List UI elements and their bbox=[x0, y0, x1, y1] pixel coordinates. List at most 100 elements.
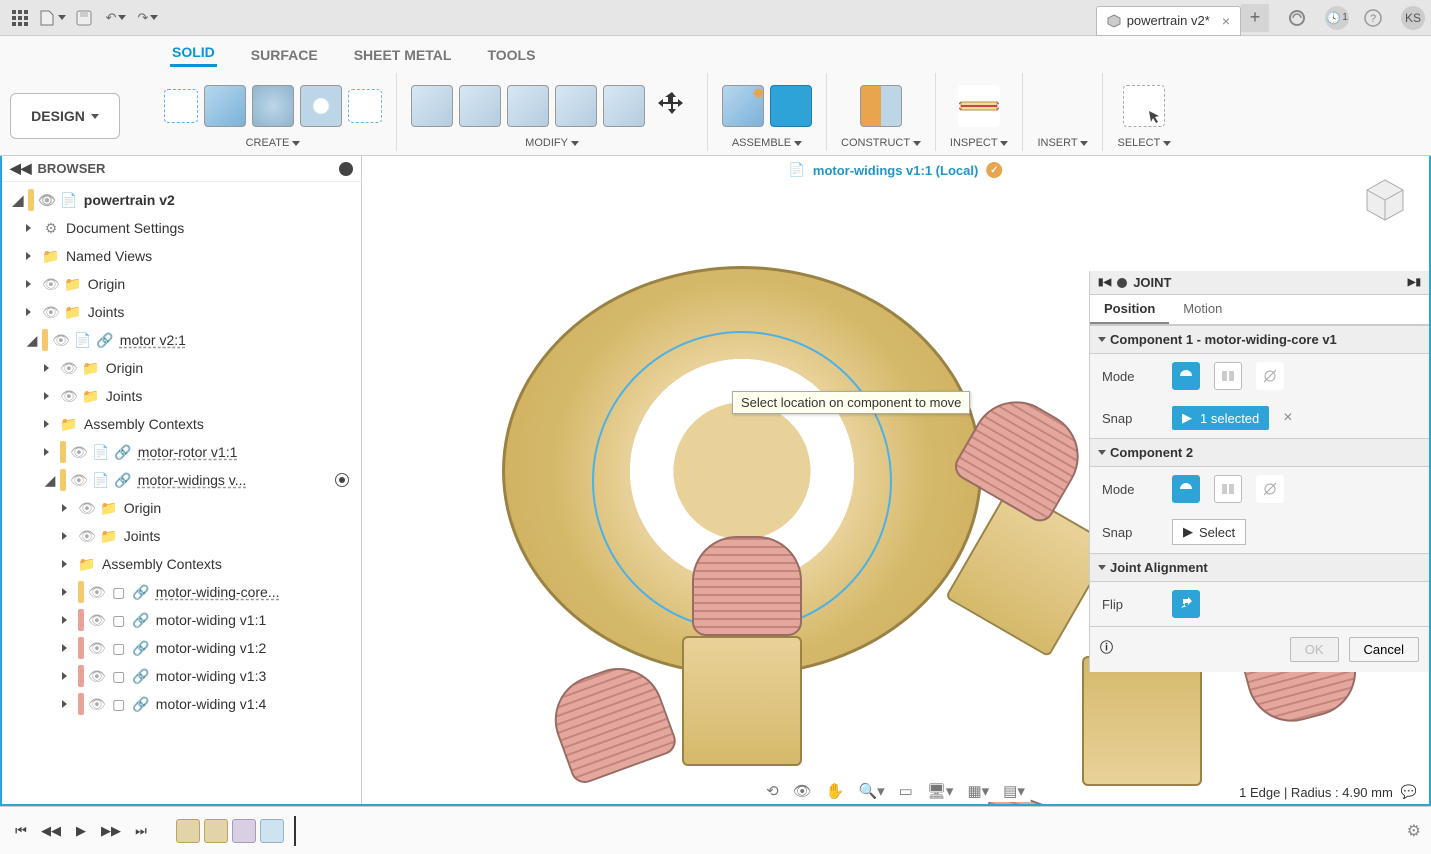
tree-joints[interactable]: 👁📁Joints bbox=[8, 298, 361, 326]
pattern-icon[interactable] bbox=[348, 89, 382, 123]
display-icon[interactable]: 🖥▾ bbox=[927, 782, 954, 800]
timeline-prev-icon[interactable]: ◀◀ bbox=[40, 820, 62, 842]
ribbon-tab-tools[interactable]: TOOLS bbox=[485, 43, 537, 67]
browser-tree[interactable]: ◢👁📄powertrain v2 ⚙Document Settings 📁Nam… bbox=[2, 182, 361, 804]
save-icon[interactable] bbox=[70, 4, 98, 32]
timeline-op[interactable] bbox=[260, 819, 284, 843]
app-grid-icon[interactable] bbox=[6, 4, 34, 32]
presspull-icon[interactable] bbox=[411, 85, 453, 127]
browser-pin-icon[interactable] bbox=[339, 162, 353, 176]
view-cube[interactable] bbox=[1355, 166, 1415, 226]
combine-icon[interactable] bbox=[555, 85, 597, 127]
orbit-icon[interactable]: ⟲ bbox=[766, 782, 779, 800]
new-tab-button[interactable]: + bbox=[1241, 4, 1269, 32]
mode-simple-icon-2[interactable] bbox=[1172, 475, 1200, 503]
mode-between-icon-2[interactable] bbox=[1214, 475, 1242, 503]
snap-clear-icon[interactable]: × bbox=[1283, 409, 1292, 427]
user-avatar[interactable]: KS bbox=[1401, 6, 1425, 30]
redo-icon[interactable]: ↷ bbox=[134, 4, 162, 32]
look-icon[interactable]: 👁 bbox=[793, 782, 812, 800]
info-icon[interactable]: ⓘ bbox=[1100, 637, 1113, 662]
new-component-icon[interactable]: ✸ bbox=[722, 85, 764, 127]
comments-icon[interactable]: 💬 bbox=[1401, 784, 1417, 800]
measure-icon[interactable] bbox=[958, 85, 1000, 127]
cancel-button[interactable]: Cancel bbox=[1349, 637, 1419, 662]
timeline-op[interactable] bbox=[204, 819, 228, 843]
construct-icon[interactable] bbox=[860, 85, 902, 127]
undo-icon[interactable]: ↶ bbox=[102, 4, 130, 32]
move-icon[interactable] bbox=[651, 85, 693, 127]
zoom-icon[interactable]: 🔍▾ bbox=[858, 782, 884, 800]
ribbon-tab-sheetmetal[interactable]: SHEET METAL bbox=[352, 43, 454, 67]
joint-comp1-header[interactable]: Component 1 - motor-widing-core v1 bbox=[1090, 325, 1429, 354]
tree-motor-origin[interactable]: 👁📁Origin bbox=[8, 354, 361, 382]
tree-motor-widings[interactable]: ◢👁📄🔗motor-widings v... bbox=[8, 466, 361, 494]
active-document-pill[interactable]: 📄 motor-widings v1:1 (Local) ✓ bbox=[779, 160, 1013, 180]
fit-icon[interactable]: ▭ bbox=[899, 782, 913, 800]
hole-icon[interactable] bbox=[300, 85, 342, 127]
joint-tab-motion[interactable]: Motion bbox=[1169, 295, 1236, 324]
ok-button[interactable]: OK bbox=[1290, 637, 1339, 662]
tree-widings-assyctx[interactable]: 📁Assembly Contexts bbox=[8, 550, 361, 578]
tree-motor-joints[interactable]: 👁📁Joints bbox=[8, 382, 361, 410]
tree-widing-3[interactable]: 👁▢🔗motor-widing v1:3 bbox=[8, 662, 361, 690]
sketch-icon[interactable] bbox=[164, 89, 198, 123]
select-icon[interactable] bbox=[1123, 85, 1165, 127]
extrude-icon[interactable] bbox=[204, 85, 246, 127]
document-tab[interactable]: powertrain v2* × bbox=[1096, 6, 1241, 36]
mode-edge-icon[interactable] bbox=[1256, 362, 1284, 390]
pan-icon[interactable]: ✋ bbox=[826, 782, 845, 800]
timeline-end-icon[interactable]: ⏭ bbox=[130, 820, 152, 842]
workspace-selector[interactable]: DESIGN bbox=[10, 93, 120, 139]
tree-widing-2[interactable]: 👁▢🔗motor-widing v1:2 bbox=[8, 634, 361, 662]
tree-root[interactable]: ◢👁📄powertrain v2 bbox=[8, 186, 361, 214]
tree-widing-core[interactable]: 👁▢🔗motor-widing-core... bbox=[8, 578, 361, 606]
timeline-marker[interactable] bbox=[294, 816, 296, 846]
flip-button[interactable] bbox=[1172, 590, 1200, 618]
activate-radio[interactable] bbox=[335, 473, 349, 487]
fillet-icon[interactable] bbox=[459, 85, 501, 127]
mode-edge-icon-2[interactable] bbox=[1256, 475, 1284, 503]
snap-selected-badge[interactable]: ▶1 selected bbox=[1172, 406, 1269, 430]
tree-motor-rotor[interactable]: 👁📄🔗motor-rotor v1:1 bbox=[8, 438, 361, 466]
joint-expand-icon[interactable]: ▶▮ bbox=[1408, 277, 1421, 288]
joint-panel-header[interactable]: ▮◀ JOINT ▶▮ bbox=[1090, 271, 1429, 295]
tree-origin[interactable]: 👁📁Origin bbox=[8, 270, 361, 298]
tree-motor-assyctx[interactable]: 📁Assembly Contexts bbox=[8, 410, 361, 438]
tree-widings-origin[interactable]: 👁📁Origin bbox=[8, 494, 361, 522]
ribbon-tab-surface[interactable]: SURFACE bbox=[249, 43, 320, 67]
tree-doc-settings[interactable]: ⚙Document Settings bbox=[8, 214, 361, 242]
jobs-icon[interactable]: 🕓1 bbox=[1325, 6, 1349, 30]
joint-alignment-header[interactable]: Joint Alignment bbox=[1090, 553, 1429, 582]
file-menu-icon[interactable] bbox=[38, 4, 66, 32]
joint-tab-position[interactable]: Position bbox=[1090, 295, 1169, 324]
insert-icon[interactable] bbox=[1042, 85, 1084, 127]
browser-collapse-icon[interactable]: ◀◀ bbox=[10, 160, 32, 177]
extensions-icon[interactable] bbox=[1283, 4, 1311, 32]
grid-icon[interactable]: ▦▾ bbox=[967, 782, 989, 800]
help-icon[interactable]: ? bbox=[1359, 4, 1387, 32]
timeline-settings-icon[interactable]: ⚙ bbox=[1407, 821, 1421, 841]
timeline-start-icon[interactable]: ⏮ bbox=[10, 820, 32, 842]
tree-widing-1[interactable]: 👁▢🔗motor-widing v1:1 bbox=[8, 606, 361, 634]
viewport-menu-icon[interactable]: ▤▾ bbox=[1003, 782, 1025, 800]
close-tab-icon[interactable]: × bbox=[1222, 13, 1230, 29]
timeline-op[interactable] bbox=[232, 819, 256, 843]
tree-widing-4[interactable]: 👁▢🔗motor-widing v1:4 bbox=[8, 690, 361, 718]
revolve-icon[interactable] bbox=[252, 85, 294, 127]
ribbon-tab-solid[interactable]: SOLID bbox=[170, 40, 217, 67]
viewport[interactable]: 📄 motor-widings v1:1 (Local) ✓ bbox=[362, 156, 1429, 804]
joint-icon[interactable] bbox=[770, 85, 812, 127]
shell-icon[interactable] bbox=[507, 85, 549, 127]
tree-widings-joints[interactable]: 👁📁Joints bbox=[8, 522, 361, 550]
tree-named-views[interactable]: 📁Named Views bbox=[8, 242, 361, 270]
timeline-op[interactable] bbox=[176, 819, 200, 843]
mode-between-icon[interactable] bbox=[1214, 362, 1242, 390]
timeline-next-icon[interactable]: ▶▶ bbox=[100, 820, 122, 842]
timeline-play-icon[interactable]: ▶ bbox=[70, 820, 92, 842]
joint-comp2-header[interactable]: Component 2 bbox=[1090, 438, 1429, 467]
snap-select-button[interactable]: ▶Select bbox=[1172, 519, 1246, 545]
tree-motor[interactable]: ◢👁📄🔗motor v2:1 bbox=[8, 326, 361, 354]
split-icon[interactable] bbox=[603, 85, 645, 127]
mode-simple-icon[interactable] bbox=[1172, 362, 1200, 390]
